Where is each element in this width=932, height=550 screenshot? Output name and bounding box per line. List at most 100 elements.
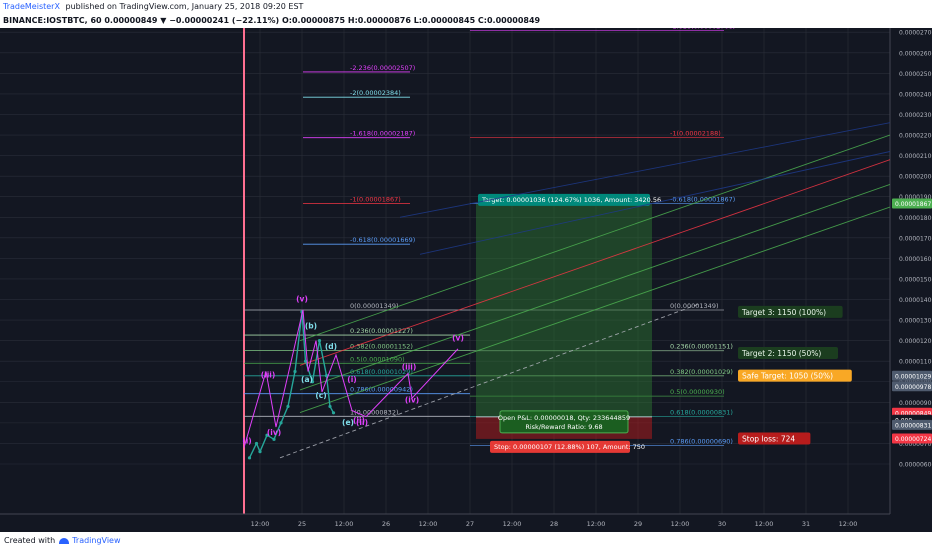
fib-level-label: -1(0.00001867)	[350, 196, 401, 204]
fib-level-label: -2(0.00002384)	[350, 89, 401, 97]
time-axis[interactable]: 12:00 25 12:00 26 12:00 27 12:00 28 12:00 29 12:00…	[251, 520, 858, 528]
stop-label: Stop: 0.00000107 (12.88%) 107, Amount: 7…	[494, 443, 645, 451]
y-tick-label: 0.00002300	[899, 112, 932, 119]
fib-level-label: 0.236(0.00001227)	[350, 327, 413, 335]
y-tick-label: 0.00001400	[899, 297, 932, 304]
trade-note-label: Safe Target: 1050 (50%)	[742, 372, 833, 381]
y-tick-label: 0.00001500	[899, 276, 932, 283]
fib-right-label: 0.618(0.00000831)	[670, 409, 733, 417]
wave-label: (ii)	[356, 418, 368, 427]
fib-right-label: 0.382(0.00001029)	[670, 368, 733, 376]
rr-label: Risk/Reward Ratio: 9.68	[525, 423, 602, 431]
x-tick-label: 27	[466, 520, 474, 528]
x-tick-label: 12:00	[755, 520, 774, 528]
y-tick-label: 0.00001100	[899, 359, 932, 366]
fib-right-label: 0.236(0.00001151)	[670, 343, 733, 351]
axis-badge-label: 0.00001029	[895, 373, 931, 380]
trade-notes: Target 3: 1150 (100%) Target 2: 1150 (50%…	[738, 305, 852, 445]
wave-label: (e)	[342, 418, 354, 427]
fib-level-label: -1.618(0.00002187)	[350, 130, 415, 138]
x-tick-label: 12:00	[419, 520, 438, 528]
price-point	[279, 421, 283, 425]
x-tick-label: 12:00	[503, 520, 522, 528]
y-tick-label: 0.00002500	[899, 71, 932, 78]
fib-level-label: -0.618(0.00001669)	[350, 236, 415, 244]
y-tick-label: 0.00002000	[899, 174, 932, 181]
wave-label: (a)	[301, 375, 313, 384]
y-tick-label: 0.00002600	[899, 50, 932, 57]
wave-label: (d)	[325, 342, 337, 351]
y-tick-label: 0.00002200	[899, 133, 932, 140]
x-tick-label: 26	[382, 520, 390, 528]
x-tick-label: 12:00	[335, 520, 354, 528]
wave-label: (iv)	[267, 428, 281, 437]
axis-badge-label: 0.00000724	[895, 436, 931, 443]
x-tick-label: 25	[298, 520, 306, 528]
wave-label: (v)	[296, 295, 308, 304]
position-tool[interactable]: Target: 0.00001036 (124.67%) 1036, Amoun…	[476, 193, 661, 453]
created-with: Created with	[4, 536, 56, 545]
price-point	[328, 404, 332, 409]
axis-badge-label: 0.00000831	[895, 422, 931, 429]
fib-right-label: -0.618(0.00001867)	[670, 196, 735, 204]
wave-label: (i)	[242, 436, 251, 445]
wave-label: (c)	[315, 391, 326, 400]
target-label: Target: 0.00001036 (124.67%) 1036, Amoun…	[481, 196, 661, 204]
price-chart[interactable]: -2.236(0.00002507) -2(0.00002384) -1.618(0…	[0, 28, 932, 532]
tradingview-logo-icon	[59, 537, 70, 544]
x-tick-label: 29	[634, 520, 642, 528]
y-tick-label: 0.00001200	[899, 338, 932, 345]
y-tick-label: 0.00000900	[899, 400, 932, 407]
price-point	[286, 404, 290, 409]
y-tick-label: 0.00000600	[899, 462, 932, 469]
wave-label: (b)	[305, 321, 317, 330]
symbol-line: BINANCE:IOSTBTC, 60 0.00000849 ▼ −0.0000…	[3, 16, 541, 25]
y-tick-label: 0.00001300	[899, 318, 932, 325]
axis-badge-label: 0.00000978	[895, 384, 931, 391]
fib-right-label: 0.5(0.00000930)	[670, 388, 725, 396]
pnl-label: Open P&L: 0.00000018, Qty: 233644859	[498, 414, 630, 422]
axis-badge-label: 0.00001867	[895, 201, 931, 208]
x-tick-label: 30	[718, 520, 726, 528]
trade-note-label: Stop loss: 724	[742, 435, 795, 444]
x-tick-label: 12:00	[671, 520, 690, 528]
y-tick-label: 0.00002400	[899, 91, 932, 98]
fib-right-label: -1(0.00002188)	[670, 130, 721, 138]
price-point	[293, 369, 297, 374]
price-axis[interactable]: 0.00002700 0.00002600 0.00002500 0.00002400…	[892, 30, 932, 469]
wave-label: (iii)	[402, 362, 417, 371]
symbol-header: BINANCE:IOSTBTC, 60 0.00000849 ▼ −0.0000…	[0, 14, 932, 28]
fib-level-label: -2.236(0.00002507)	[350, 64, 415, 72]
price-point	[331, 411, 336, 415]
published-text: published on TradingView.com, January 25…	[65, 2, 304, 11]
wave-label: (iii)	[261, 371, 276, 380]
price-point	[272, 437, 276, 441]
wave-label: (iv)	[405, 395, 419, 404]
y-tick-label: 0.00002100	[899, 153, 932, 160]
wave-label: (i)	[347, 375, 356, 384]
footer: Created with TradingView	[0, 532, 932, 550]
tradingview-link[interactable]: TradingView	[72, 536, 120, 545]
price-point	[247, 456, 252, 460]
x-tick-label: 31	[802, 520, 810, 528]
y-tick-label: 0.00002700	[899, 30, 932, 37]
fib-level-label: 0.786(0.00000942)	[350, 386, 413, 394]
trade-note-label: Target 3: 1150 (100%)	[741, 308, 826, 317]
y-tick-label: 0.00001700	[899, 235, 932, 242]
publish-header: TradeMeisterX published on TradingView.c…	[0, 0, 932, 14]
price-point	[317, 339, 322, 343]
price-point	[254, 441, 259, 446]
fib-right-label: -1.618(0.00002708)	[670, 28, 735, 31]
y-tick-label: 0.00001600	[899, 256, 932, 263]
x-tick-label: 12:00	[251, 520, 270, 528]
fib-level-label: 0.382(0.00001152)	[350, 343, 413, 351]
wave-label: (v)	[452, 334, 464, 343]
x-tick-label: 28	[550, 520, 558, 528]
y-tick-label: 0.00001800	[899, 215, 932, 222]
price-point	[258, 450, 262, 454]
fib-right-label: 0.786(0.00000690)	[670, 437, 733, 445]
chart-root: TradeMeisterX published on TradingView.c…	[0, 0, 932, 550]
author-link[interactable]: TradeMeisterX	[0, 2, 60, 11]
trade-note-label: Target 2: 1150 (50%)	[741, 349, 821, 358]
x-tick-label: 12:00	[587, 520, 606, 528]
